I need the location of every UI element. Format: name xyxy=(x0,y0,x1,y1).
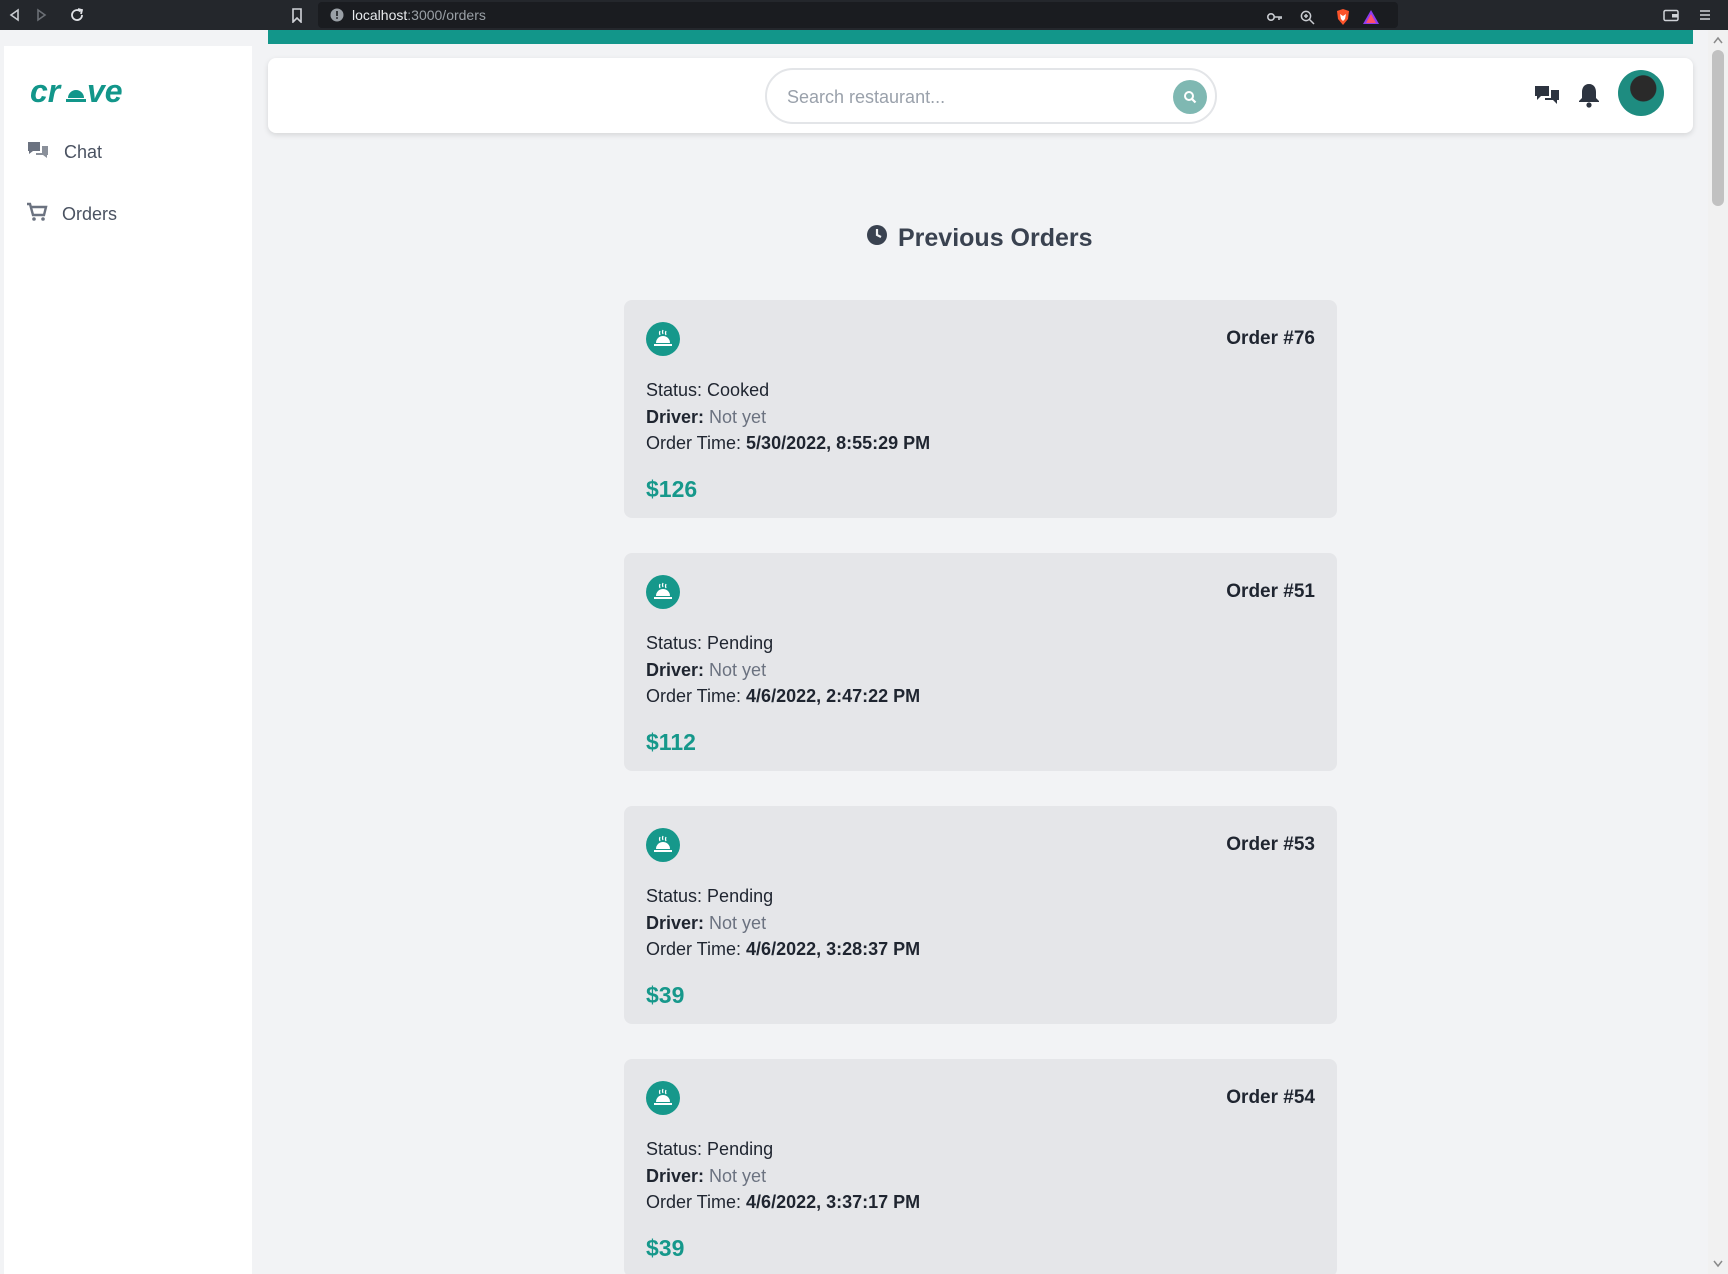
messages-icon[interactable] xyxy=(1532,80,1562,110)
page-title: Previous Orders xyxy=(866,224,1093,253)
order-driver: Driver: Not yet xyxy=(646,660,767,680)
search-bar xyxy=(765,68,1217,124)
site-info-icon[interactable] xyxy=(330,8,344,27)
order-driver: Driver: Not yet xyxy=(646,407,767,427)
brave-shield-icon[interactable] xyxy=(1334,8,1352,26)
forward-icon[interactable] xyxy=(30,4,52,26)
page-scrollbar[interactable] xyxy=(1708,30,1728,1274)
search-input[interactable] xyxy=(787,84,1147,110)
order-status: Status: Pending xyxy=(646,1139,774,1159)
browser-toolbar: localhost:3000/orders xyxy=(0,0,1728,30)
order-driver: Driver: Not yet xyxy=(646,913,767,933)
order-card[interactable]: Order #76 Status: Cooked Driver: Not yet… xyxy=(624,300,1337,518)
order-number: Order #54 xyxy=(1226,1087,1315,1108)
dish-icon xyxy=(646,828,680,862)
user-avatar[interactable] xyxy=(1618,70,1664,116)
svg-text:cr: cr xyxy=(30,76,62,109)
order-price: $39 xyxy=(646,982,685,1008)
scroll-down-icon xyxy=(1713,1260,1723,1268)
order-number: Order #53 xyxy=(1226,834,1315,855)
order-time: Order Time: 4/6/2022, 3:28:37 PM xyxy=(646,939,921,959)
search-icon xyxy=(1184,91,1197,104)
scroll-up-icon xyxy=(1713,36,1723,44)
notification-banner xyxy=(268,30,1693,44)
clock-icon xyxy=(866,224,888,253)
sidebar-item-label: Orders xyxy=(62,204,118,224)
order-driver: Driver: Not yet xyxy=(646,1166,767,1186)
chat-bubbles-icon xyxy=(26,140,50,165)
order-price: $39 xyxy=(646,1235,685,1261)
scroll-thumb[interactable] xyxy=(1712,50,1724,206)
order-number: Order #51 xyxy=(1226,581,1315,602)
wallet-icon[interactable] xyxy=(1662,6,1680,24)
cart-icon xyxy=(26,202,48,227)
order-number: Order #76 xyxy=(1226,328,1315,349)
bell-icon[interactable] xyxy=(1574,80,1604,110)
order-card[interactable]: Order #53 Status: Pending Driver: Not ye… xyxy=(624,806,1337,1024)
order-status: Status: Pending xyxy=(646,633,774,653)
sidebar-item-label: Chat xyxy=(64,142,103,162)
order-time: Order Time: 4/6/2022, 2:47:22 PM xyxy=(646,686,921,706)
brave-rewards-icon[interactable] xyxy=(1362,8,1380,26)
reload-icon[interactable] xyxy=(66,4,88,26)
dish-icon xyxy=(646,1081,680,1115)
order-status: Status: Cooked xyxy=(646,380,770,400)
url-text: localhost:3000/orders xyxy=(352,7,486,23)
sidebar: cr ve Chat Orders xyxy=(4,46,252,1274)
crave-logo[interactable]: cr ve xyxy=(30,73,140,115)
sidebar-item-chat[interactable]: Chat xyxy=(26,140,102,165)
dish-icon xyxy=(646,575,680,609)
order-time: Order Time: 5/30/2022, 8:55:29 PM xyxy=(646,433,931,453)
order-status: Status: Pending xyxy=(646,886,774,906)
top-header xyxy=(268,58,1693,133)
bookmark-icon[interactable] xyxy=(286,4,308,26)
dish-icon xyxy=(646,322,680,356)
sidebar-item-orders[interactable]: Orders xyxy=(26,202,117,227)
back-icon[interactable] xyxy=(4,4,26,26)
zoom-icon[interactable] xyxy=(1298,8,1316,26)
order-card[interactable]: Order #51 Status: Pending Driver: Not ye… xyxy=(624,553,1337,771)
search-button[interactable] xyxy=(1173,80,1207,114)
key-icon[interactable] xyxy=(1266,8,1284,26)
order-card[interactable]: Order #54 Status: Pending Driver: Not ye… xyxy=(624,1059,1337,1274)
svg-text:ve: ve xyxy=(87,76,123,109)
menu-icon[interactable] xyxy=(1696,6,1714,24)
order-time: Order Time: 4/6/2022, 3:37:17 PM xyxy=(646,1192,921,1212)
address-bar[interactable]: localhost:3000/orders xyxy=(318,2,1398,28)
order-price: $112 xyxy=(646,729,696,755)
order-price: $126 xyxy=(646,476,698,502)
